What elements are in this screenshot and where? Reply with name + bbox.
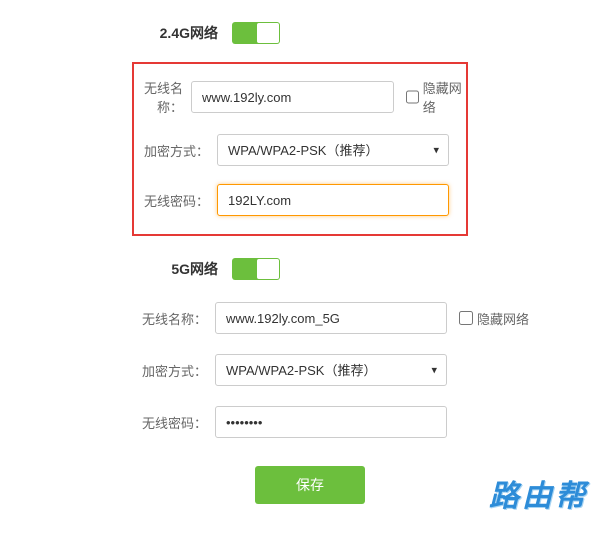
select-24g-enc[interactable]: WPA/WPA2-PSK（推荐） [217, 134, 449, 166]
checkbox-hide-5g[interactable] [459, 311, 473, 325]
row-24g-pwd: 无线密码： [134, 184, 466, 216]
label-5g-pwd: 无线密码： [0, 413, 215, 432]
row-24g-name: 无线名称： 隐藏网络 [134, 78, 466, 116]
label-5g-name: 无线名称： [0, 309, 215, 328]
label-24g-enc: 加密方式： [134, 141, 217, 160]
hide-wrap-5g: 隐藏网络 [459, 309, 529, 328]
watermark: 路由帮 [489, 471, 588, 515]
label-24g-pwd: 无线密码： [134, 191, 217, 210]
label-24g-name: 无线名称： [134, 78, 191, 116]
hide-wrap-24g: 隐藏网络 [406, 78, 466, 116]
section-header-24g: 2.4G网络 [0, 22, 280, 44]
save-button[interactable]: 保存 [255, 466, 365, 504]
input-5g-pwd[interactable] [215, 406, 447, 438]
input-24g-pwd[interactable] [217, 184, 449, 216]
row-24g-enc: 加密方式： WPA/WPA2-PSK（推荐） [134, 134, 466, 166]
checkbox-hide-24g[interactable] [406, 90, 419, 104]
toggle-knob [257, 259, 279, 279]
section-header-5g: 5G网络 [0, 258, 280, 280]
input-24g-name[interactable] [191, 81, 394, 113]
section-title-5g: 5G网络 [171, 259, 218, 279]
label-hide-5g: 隐藏网络 [477, 309, 529, 328]
toggle-24g[interactable] [232, 22, 280, 44]
row-5g-pwd: 无线密码： [0, 406, 600, 438]
input-5g-name[interactable] [215, 302, 447, 334]
row-5g-enc: 加密方式： WPA/WPA2-PSK（推荐） [0, 354, 600, 386]
select-5g-enc[interactable]: WPA/WPA2-PSK（推荐） [215, 354, 447, 386]
row-5g-name: 无线名称： 隐藏网络 [0, 302, 600, 334]
highlight-box-24g: 无线名称： 隐藏网络 加密方式： WPA/WPA2-PSK（推荐） 无线密码： [132, 62, 468, 236]
toggle-knob [257, 23, 279, 43]
label-hide-24g: 隐藏网络 [423, 78, 466, 116]
label-5g-enc: 加密方式： [0, 361, 215, 380]
toggle-5g[interactable] [232, 258, 280, 280]
section-5g: 5G网络 无线名称： 隐藏网络 加密方式： WPA/WPA2-PSK（推荐） 无… [0, 258, 600, 438]
section-title-24g: 2.4G网络 [160, 23, 218, 43]
